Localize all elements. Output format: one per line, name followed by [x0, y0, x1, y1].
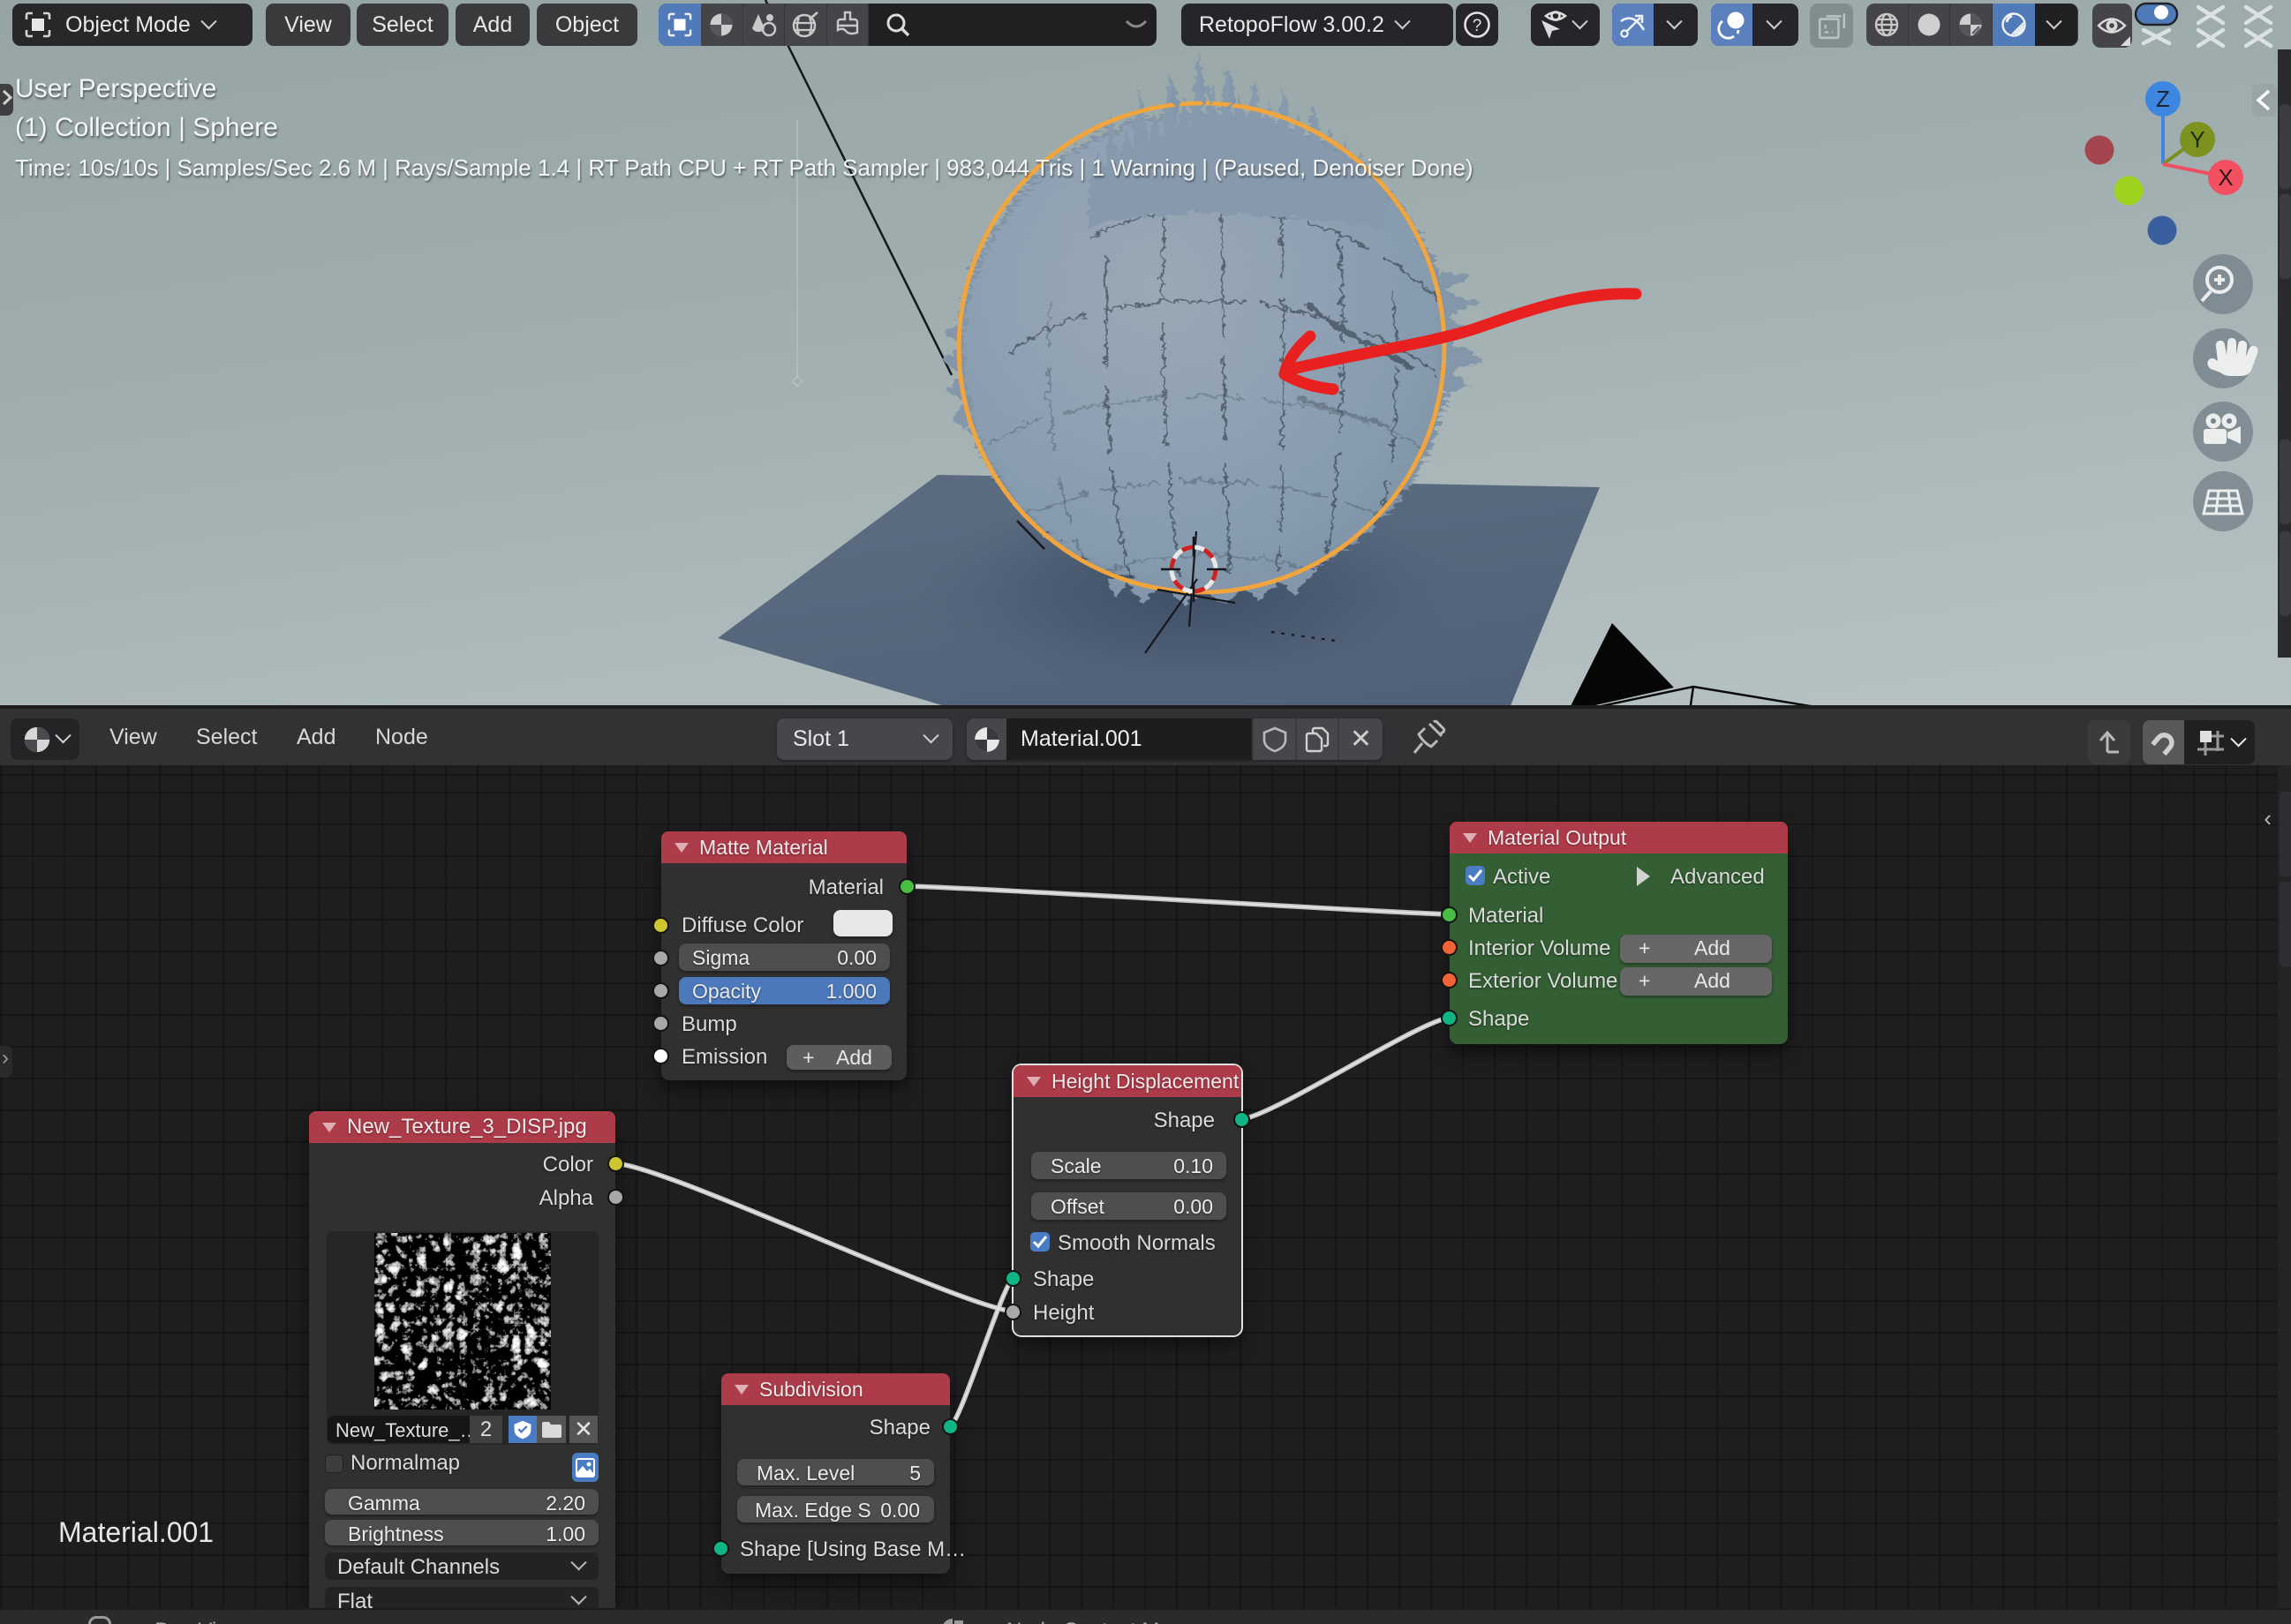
svg-text:?: ? [1473, 17, 1482, 35]
svg-text:X: X [2218, 164, 2233, 191]
svg-text:Y: Y [2189, 126, 2204, 153]
svg-text:Z: Z [2156, 86, 2170, 112]
